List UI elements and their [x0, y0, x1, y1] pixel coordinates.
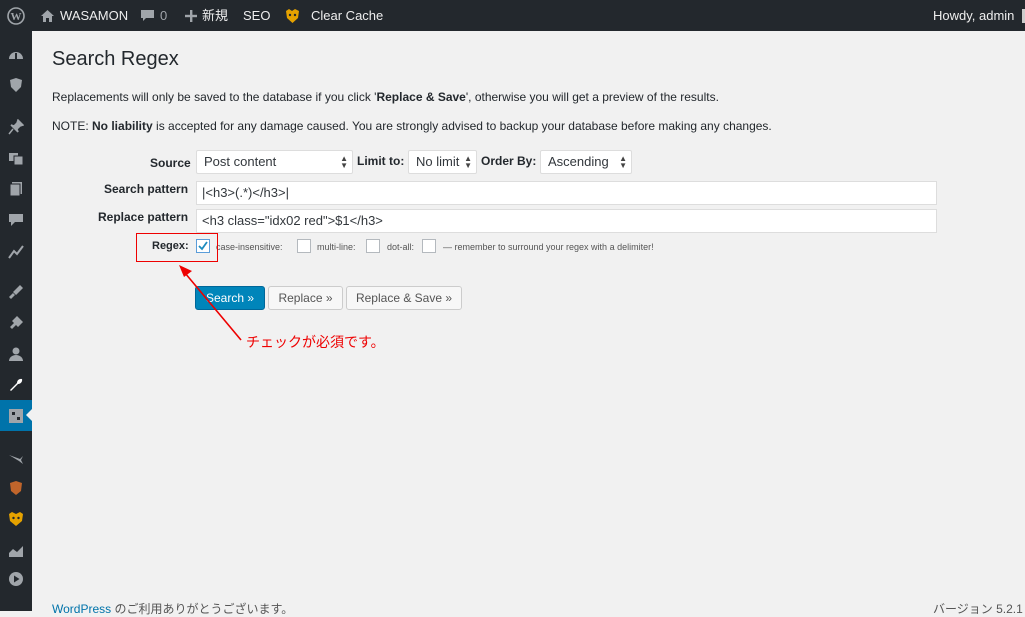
limit-select[interactable]: No limit ▲ ▼ [408, 150, 477, 174]
liability-bold: No liability [92, 119, 153, 133]
dashboard-icon[interactable] [8, 47, 24, 63]
users-icon[interactable] [8, 346, 24, 362]
pages-icon[interactable] [8, 181, 24, 197]
order-by-select[interactable]: Ascending ▲ ▼ [540, 150, 632, 174]
pin-icon[interactable] [8, 119, 24, 135]
new-content-link[interactable]: 新規 [185, 0, 228, 31]
source-label: Source [150, 156, 191, 170]
multi-line-checkbox[interactable] [366, 239, 380, 253]
notice-text-end: ', otherwise you will get a preview of t… [465, 90, 719, 104]
source-value: Post content [204, 154, 277, 169]
play-icon[interactable] [8, 571, 24, 587]
order-by-label: Order By: [481, 154, 537, 168]
security-plugin-icon[interactable] [8, 480, 24, 496]
search-pattern-input[interactable]: |<h3>(.*)</h3>| [196, 181, 937, 205]
comments-link[interactable]: 0 [140, 0, 167, 31]
dot-all-checkbox[interactable] [422, 239, 436, 253]
my-account-link[interactable]: Howdy, admin [933, 0, 1025, 31]
admin-bar: W WASAMON 0 新規 SEO Clear Cache Howdy, ad… [0, 0, 1025, 31]
home-icon [41, 9, 54, 22]
cheetah-icon[interactable] [8, 511, 24, 527]
annotation-text: チェックが必須です。 [246, 334, 385, 350]
shooting-star-icon[interactable] [8, 449, 24, 465]
greeting: Howdy, admin [933, 8, 1015, 23]
footer-thanks-text: のご利用ありがとうございます。 [111, 602, 294, 616]
select-arrows-icon: ▲ ▼ [340, 154, 348, 170]
cheetah-icon [286, 8, 299, 23]
svg-text:W: W [11, 11, 22, 23]
new-label: 新規 [202, 8, 229, 23]
analytics-icon[interactable] [8, 542, 24, 558]
replace-pattern-input[interactable]: <h3 class="idx02 red">$1</h3> [196, 209, 937, 233]
plugins-icon[interactable] [8, 315, 24, 331]
replace-button[interactable]: Replace » [268, 286, 343, 310]
seo-menu[interactable]: SEO [243, 0, 270, 31]
comment-count: 0 [160, 8, 168, 23]
site-name-link[interactable]: WASAMON [40, 0, 128, 31]
replace-notice: Replacements will only be saved to the d… [52, 90, 719, 104]
multi-line-label: multi-line: [317, 242, 356, 252]
plus-icon [185, 9, 197, 22]
order-value: Ascending [548, 154, 609, 169]
footer-thanks: WordPress のご利用ありがとうございます。 [52, 600, 293, 617]
site-name: WASAMON [60, 8, 129, 23]
limit-label: Limit to: [357, 154, 405, 168]
chart-icon[interactable] [8, 243, 24, 259]
liability-text-end: is accepted for any damage caused. You a… [152, 119, 772, 133]
delimiter-note: — remember to surround your regex with a… [443, 242, 654, 252]
select-arrows-icon: ▲ ▼ [619, 154, 627, 170]
replace-save-button[interactable]: Replace & Save » [346, 286, 462, 310]
search-pattern-label: Search pattern [104, 182, 189, 196]
liability-text: NOTE: [52, 119, 93, 133]
limit-value: No limit [416, 154, 460, 169]
media-icon[interactable] [8, 150, 24, 166]
footer-version: バージョン 5.2.1 [933, 602, 1023, 616]
comment-bubble-icon [141, 9, 154, 21]
source-select[interactable]: Post content ▲ ▼ [196, 150, 353, 174]
shield-icon[interactable] [8, 77, 24, 93]
page-title: Search Regex [52, 48, 179, 70]
wordpress-logo-icon[interactable]: W [7, 0, 25, 31]
settings-icon[interactable] [8, 408, 24, 424]
admin-sidebar [0, 31, 32, 611]
footer-wordpress-link[interactable]: WordPress [52, 602, 111, 616]
case-insensitive-checkbox[interactable] [297, 239, 311, 253]
appearance-icon[interactable] [8, 284, 24, 300]
select-arrows-icon: ▲ ▼ [464, 154, 472, 170]
notice-text: Replacements will only be saved to the d… [52, 90, 377, 104]
dot-all-label: dot-all: [387, 242, 415, 252]
replace-pattern-label: Replace pattern [98, 210, 189, 224]
seo-label: SEO [243, 8, 271, 23]
case-insensitive-label: case-insensitive: [216, 242, 283, 252]
clear-cache-link[interactable]: Clear Cache [284, 0, 383, 31]
clear-cache-label: Clear Cache [311, 8, 384, 23]
tools-wrench-icon[interactable] [8, 377, 24, 393]
notice-bold: Replace & Save [376, 90, 466, 104]
comments-icon[interactable] [8, 212, 24, 228]
liability-notice: NOTE: No liability is accepted for any d… [52, 119, 772, 133]
